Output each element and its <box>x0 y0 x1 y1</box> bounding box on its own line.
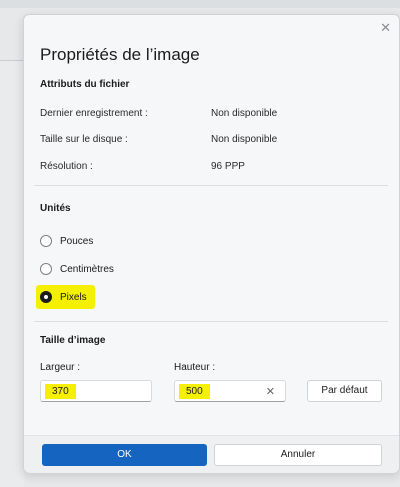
radio-centimeters[interactable]: Centimètres <box>40 259 114 279</box>
height-input[interactable]: 500 ✕ <box>174 380 286 402</box>
radio-button-icon[interactable] <box>40 235 52 247</box>
background-divider <box>0 60 24 61</box>
disk-size-label: Taille sur le disque : <box>40 134 128 145</box>
height-value: 500 <box>179 384 210 399</box>
radio-centimeters-label: Centimètres <box>60 263 114 275</box>
cancel-button[interactable]: Annuler <box>214 444 382 466</box>
radio-inches[interactable]: Pouces <box>40 231 93 251</box>
width-input[interactable]: 370 <box>40 380 152 402</box>
units-heading: Unités <box>40 203 71 214</box>
radio-selected-icon[interactable] <box>40 291 52 303</box>
last-saved-label: Dernier enregistrement : <box>40 108 148 119</box>
image-properties-dialog: ✕ Propriétés de l’image Attributs du fic… <box>23 14 400 473</box>
default-button[interactable]: Par défaut <box>307 380 382 402</box>
background-panel <box>0 60 24 487</box>
width-value: 370 <box>45 384 76 399</box>
dialog-title: Propriétés de l’image <box>40 45 200 64</box>
divider <box>34 185 388 186</box>
disk-size-value: Non disponible <box>211 134 278 145</box>
ok-button[interactable]: OK <box>42 444 207 466</box>
radio-pixels-label: Pixels <box>60 291 87 303</box>
resolution-label: Résolution : <box>40 161 93 172</box>
radio-pixels[interactable]: Pixels <box>36 285 95 309</box>
background-strip <box>0 0 400 8</box>
radio-inches-label: Pouces <box>60 235 94 247</box>
dialog-footer: OK Annuler <box>24 435 399 473</box>
file-attributes-heading: Attributs du fichier <box>40 79 130 90</box>
radio-button-icon[interactable] <box>40 263 52 275</box>
close-icon[interactable]: ✕ <box>380 21 391 34</box>
image-size-heading: Taille d’image <box>40 335 106 346</box>
height-label: Hauteur : <box>174 362 216 373</box>
last-saved-value: Non disponible <box>211 108 278 119</box>
clear-icon[interactable]: ✕ <box>266 385 275 398</box>
divider <box>34 321 388 322</box>
resolution-value: 96 PPP <box>211 161 245 172</box>
width-label: Largeur : <box>40 362 81 373</box>
